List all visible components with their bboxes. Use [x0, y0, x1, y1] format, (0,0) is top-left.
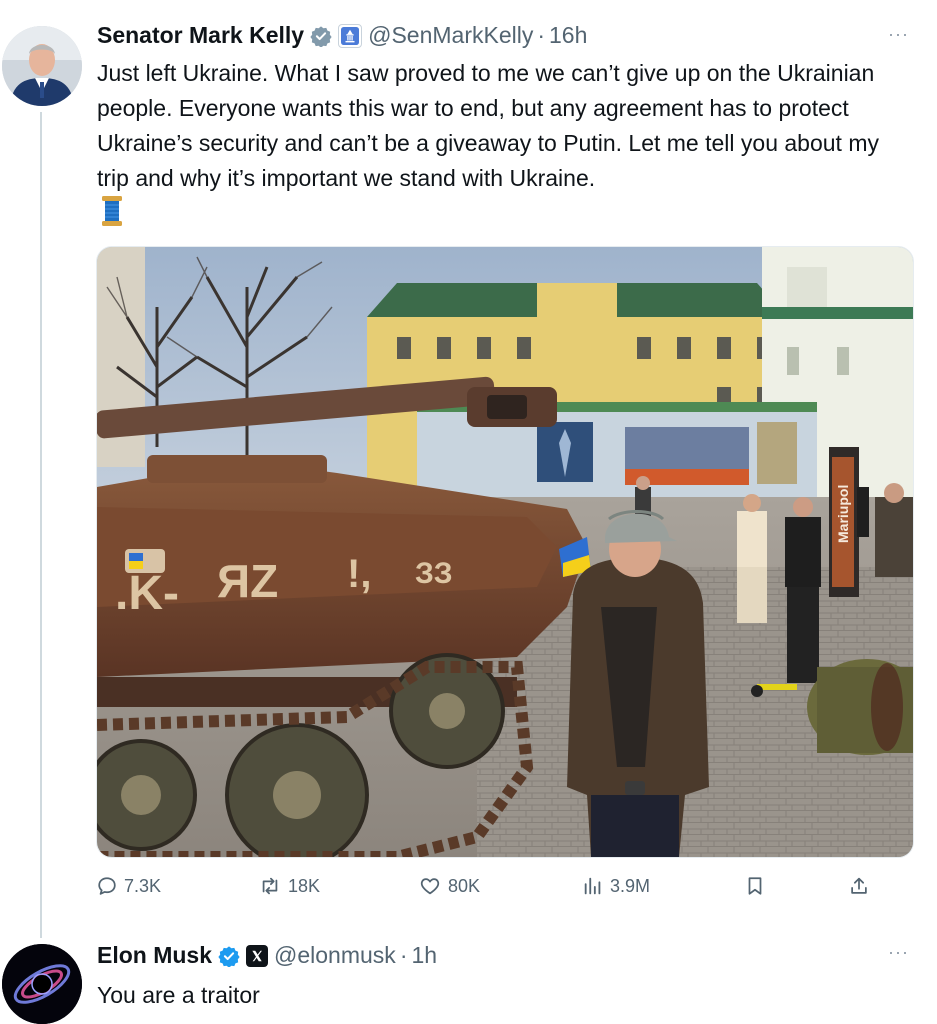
svg-text:ЗЗ: ЗЗ [415, 557, 453, 590]
heart-icon [420, 878, 440, 895]
verified-badge-icon [218, 945, 240, 967]
spool-of-thread-icon [101, 196, 123, 231]
bookmark-icon [748, 877, 762, 895]
thread-connector-line [40, 112, 42, 938]
view-count: 3.9M [610, 875, 651, 896]
views-chart-icon [584, 877, 601, 895]
svg-text:.K-: .K- [115, 567, 179, 620]
avatar[interactable] [2, 26, 82, 106]
reply-count: 7.3K [124, 875, 162, 896]
repost-button[interactable]: 18K [258, 870, 320, 902]
bookmark-button[interactable] [744, 870, 766, 902]
svg-text:ЯZ: ЯZ [217, 555, 278, 607]
reply-header: Elon Musk @elonmusk · 1h [97, 942, 437, 969]
verified-badge-icon [310, 25, 332, 47]
repost-icon [262, 877, 278, 895]
views-button[interactable]: 3.9M [582, 870, 650, 902]
more-options-button[interactable]: ··· [888, 24, 909, 45]
tweet-text: Just left Ukraine. What I saw proved to … [97, 60, 879, 191]
tweet-action-bar: 7.3K 18K 80K 3.9M [96, 870, 876, 904]
like-count: 80K [448, 875, 481, 896]
share-button[interactable] [848, 870, 870, 902]
repost-count: 18K [288, 875, 321, 896]
author-name[interactable]: Senator Mark Kelly [97, 22, 304, 49]
separator-dot: · [399, 942, 408, 968]
reply-icon [98, 877, 116, 895]
author-handle[interactable]: @elonmusk [274, 942, 396, 969]
tweet-header: Senator Mark Kelly @SenMarkKelly · 16h [97, 22, 587, 49]
reply-timestamp[interactable]: 1h [411, 942, 437, 969]
svg-text:!,: !, [347, 552, 371, 596]
tweet-timestamp[interactable]: 16h [549, 22, 587, 49]
more-options-button[interactable]: ··· [888, 942, 909, 963]
reply-text: You are a traitor [97, 982, 260, 1008]
tweet-media-image[interactable]: Mariupol .K- ЯZ !, ЗЗ [96, 246, 914, 858]
separator-dot: · [537, 22, 545, 48]
author-handle[interactable]: @SenMarkKelly [368, 22, 533, 49]
author-name[interactable]: Elon Musk [97, 942, 212, 969]
mariupol-sign-text: Mariupol [835, 485, 851, 543]
avatar[interactable] [2, 944, 82, 1024]
share-icon [851, 877, 867, 894]
like-button[interactable]: 80K [418, 870, 480, 902]
government-affiliation-icon[interactable] [338, 23, 363, 48]
reply-button[interactable]: 7.3K [96, 870, 161, 902]
x-affiliate-icon[interactable] [246, 944, 269, 967]
